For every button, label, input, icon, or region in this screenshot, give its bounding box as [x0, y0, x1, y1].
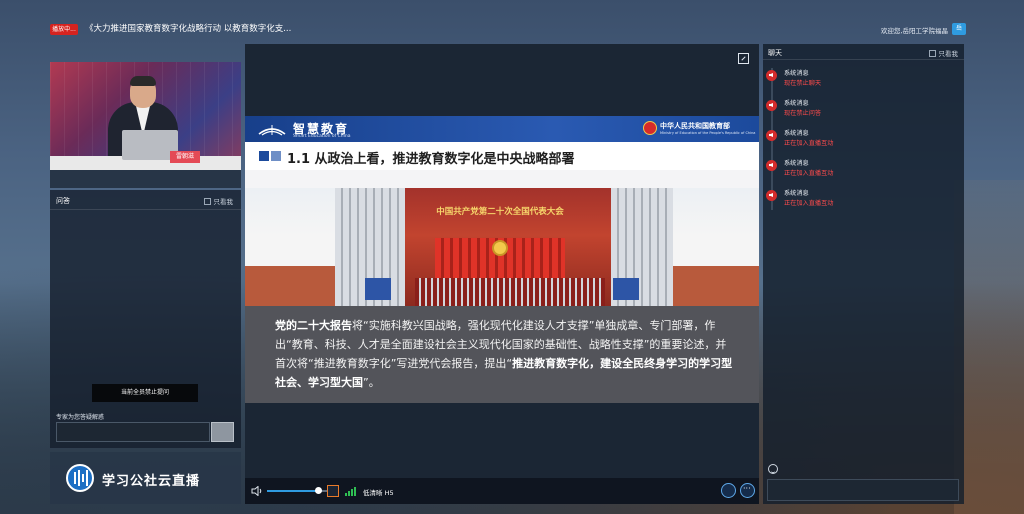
message-sender: 系统消息	[784, 190, 809, 197]
message-sender: 系统消息	[784, 130, 809, 137]
background-great-wall	[954, 180, 1024, 514]
photo-sign-left	[365, 278, 391, 300]
teacher-video[interactable]: 雷朝滋	[50, 62, 241, 170]
photo-sign-right	[613, 278, 639, 300]
photo-side-left	[245, 266, 335, 306]
message-text: 现在禁止聊天	[784, 80, 822, 87]
screen-mode-icon[interactable]	[327, 485, 339, 497]
slide-logo-subtitle: Smart Education of China	[293, 134, 351, 139]
national-emblem-icon	[643, 121, 657, 135]
user-avatar[interactable]: 岳	[952, 23, 966, 35]
party-emblem-icon	[492, 240, 508, 256]
photo-side-right	[673, 266, 759, 306]
live-player[interactable]: 智慧教育 Smart Education of China 中华人民共和国教育部…	[245, 44, 759, 504]
presentation-slide: 智慧教育 Smart Education of China 中华人民共和国教育部…	[245, 116, 759, 403]
chat-panel: 聊天 只看我 系统消息 现在禁止聊天 系统消息 现在禁止问答 系统消息 正在加入…	[763, 44, 964, 504]
volume-icon[interactable]	[251, 486, 263, 496]
record-icon[interactable]	[721, 483, 736, 498]
brand-name: 学习公社云直播	[102, 474, 201, 489]
message-text: 现在禁止问答	[784, 110, 822, 117]
top-header: 播放中... 《大力推进国家教育数字化战略行动 以教育数字化支... 欢迎您,岳…	[0, 0, 1024, 44]
chat-title: 聊天	[768, 49, 782, 57]
presenter-hair	[130, 76, 156, 86]
slide-body-text: 党的二十大报告将“实施科教兴国战略，强化现代化建设人才支撑”单独成章、专门部署，…	[275, 316, 735, 392]
qa-only-mine-label: 只看我	[213, 198, 234, 206]
volume-handle[interactable]	[314, 487, 322, 494]
welcome-text: 欢迎您,岳阳工学院福晶	[880, 27, 948, 35]
presenter-name-plate: 雷朝滋	[170, 151, 200, 163]
message-text: 正在加入直播互动	[784, 140, 834, 147]
qa-only-mine-toggle[interactable]: 只看我	[203, 196, 234, 206]
video-strip	[50, 170, 241, 188]
slide-text-box: 党的二十大报告将“实施科教兴国战略，强化现代化建设人才支撑”单独成章、专门部署，…	[245, 306, 759, 403]
message-text: 正在加入直播互动	[784, 170, 834, 177]
slide-heading: 1.1 从政治上看，推进教育数字化是中央战略部署	[287, 152, 575, 167]
live-status-badge: 播放中...	[50, 24, 78, 35]
qa-title: 问答	[56, 197, 70, 205]
speaker-icon	[766, 130, 777, 141]
chat-only-mine-toggle[interactable]: 只看我	[928, 48, 959, 58]
slide-header: 智慧教育 Smart Education of China 中华人民共和国教育部…	[245, 116, 759, 142]
emoji-icon[interactable]	[768, 464, 778, 474]
brand-logo-icon	[66, 464, 94, 492]
message-text: 正在加入直播互动	[784, 200, 834, 207]
player-controls: 低清晰 H5	[245, 478, 759, 504]
question-ban-notice: 当前全员禁止提问	[92, 384, 198, 402]
speaker-icon	[766, 70, 777, 81]
speaker-icon	[766, 190, 777, 201]
presidium-seats	[415, 278, 605, 306]
chat-message: 系统消息 现在禁止聊天	[766, 68, 956, 96]
volume-fill	[267, 490, 318, 492]
slide-body-bold-lead: 党的二十大报告	[275, 319, 352, 332]
qa-only-mine-checkbox[interactable]	[203, 197, 211, 205]
message-sender: 系统消息	[784, 100, 809, 107]
qa-panel-header: 问答 只看我	[50, 190, 241, 210]
speaker-icon	[766, 100, 777, 111]
speaker-icon	[766, 160, 777, 171]
ministry-name-en: Ministry of Education of the People's Re…	[660, 131, 756, 135]
congress-banner: 中国共产党第二十次全国代表大会	[436, 207, 564, 217]
chat-header: 聊天 只看我	[763, 44, 964, 60]
message-sender: 系统消息	[784, 70, 809, 77]
chat-only-mine-label: 只看我	[938, 50, 959, 58]
question-input[interactable]	[56, 422, 210, 442]
slide-heading-bar: 1.1 从政治上看，推进教育数字化是中央战略部署	[245, 142, 759, 170]
quality-selector[interactable]: 低清晰 H5	[363, 487, 394, 497]
brand-footer: 学习公社云直播	[50, 452, 241, 504]
book-logo-icon	[258, 125, 286, 136]
message-sender: 系统消息	[784, 160, 809, 167]
heading-marker-secondary	[271, 151, 281, 161]
chat-message: 系统消息 正在加入直播互动	[766, 158, 956, 186]
chat-only-mine-checkbox[interactable]	[928, 49, 936, 57]
ministry-name: 中华人民共和国教育部	[660, 122, 730, 130]
more-options-icon[interactable]	[740, 483, 755, 498]
fullscreen-icon[interactable]	[738, 53, 749, 64]
qa-panel: 问答 只看我 当前全员禁止提问 专家为您答疑解惑	[50, 190, 241, 448]
heading-marker	[259, 151, 269, 161]
expert-note: 专家为您答疑解惑	[56, 414, 105, 421]
signal-strength-icon	[345, 487, 357, 496]
chat-message: 系统消息 现在禁止问答	[766, 98, 956, 126]
question-send-button[interactable]	[211, 422, 234, 442]
course-title: 《大力推进国家教育数字化战略行动 以教育数字化支...	[85, 24, 292, 34]
chat-input[interactable]	[767, 479, 959, 501]
chat-message: 系统消息 正在加入直播互动	[766, 188, 956, 216]
slide-body-end: ”。	[363, 376, 380, 389]
chat-message: 系统消息 正在加入直播互动	[766, 128, 956, 156]
